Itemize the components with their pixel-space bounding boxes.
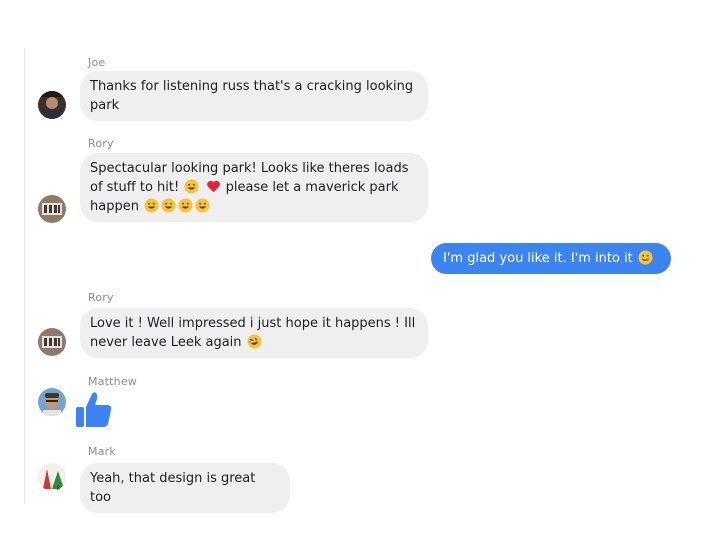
red-heart-icon (206, 180, 220, 193)
avatar[interactable] (38, 91, 66, 119)
avatar[interactable] (38, 463, 66, 491)
message-text-fragment: please let a maverick park (225, 180, 399, 195)
message-text-line: of stuff to hit! please let a maverick p… (90, 178, 416, 197)
grinning-face-icon (178, 198, 193, 213)
matthew-avatar-photo (38, 388, 66, 416)
message-text-line: never leave Leek again (90, 333, 416, 352)
message-text-fragment: happen (90, 199, 139, 214)
message-text: Yeah, that design is great too (90, 471, 256, 505)
mark-avatar-photo (38, 463, 66, 491)
thumbs-up-icon[interactable] (74, 390, 114, 430)
message-bubble[interactable]: Yeah, that design is great too (80, 463, 290, 513)
smiling-face-icon (638, 250, 653, 265)
avatar[interactable] (38, 388, 66, 416)
grinning-face-icon (184, 179, 199, 194)
message-text-line: Love it ! Well impressed i just hope it … (90, 316, 416, 331)
rory-avatar-photo (38, 328, 66, 356)
thread-divider (24, 48, 25, 504)
message-text-line: Thanks for listening russ that's a crack… (90, 79, 414, 94)
avatar[interactable] (38, 328, 66, 356)
sender-name: Joe (88, 56, 106, 69)
message-text-fragment: of stuff to hit! (90, 180, 180, 195)
rory-avatar-photo (38, 195, 66, 223)
grinning-face-icon (195, 198, 210, 213)
grinning-face-icon (161, 198, 176, 213)
sender-name: Mark (88, 445, 116, 458)
message-bubble[interactable]: Thanks for listening russ that's a crack… (80, 71, 428, 121)
message-text-line: happen (90, 197, 416, 216)
rolling-laughing-icon (247, 334, 262, 349)
avatar[interactable] (38, 195, 66, 223)
message-text-fragment: never leave Leek again (90, 335, 242, 350)
sender-name: Rory (88, 137, 114, 150)
joe-avatar-photo (38, 91, 66, 119)
outgoing-message-bubble[interactable]: I'm glad you like it. I'm into it (431, 243, 671, 274)
message-text-line: Spectacular looking park! Looks like the… (90, 161, 409, 176)
sender-name: Matthew (88, 375, 137, 388)
grinning-face-icon (144, 198, 159, 213)
message-bubble[interactable]: Love it ! Well impressed i just hope it … (80, 308, 428, 358)
message-text: I'm glad you like it. I'm into it (443, 251, 633, 266)
sender-name: Rory (88, 291, 114, 304)
message-text-line: park (90, 98, 120, 113)
message-bubble[interactable]: Spectacular looking park! Looks like the… (80, 153, 428, 222)
